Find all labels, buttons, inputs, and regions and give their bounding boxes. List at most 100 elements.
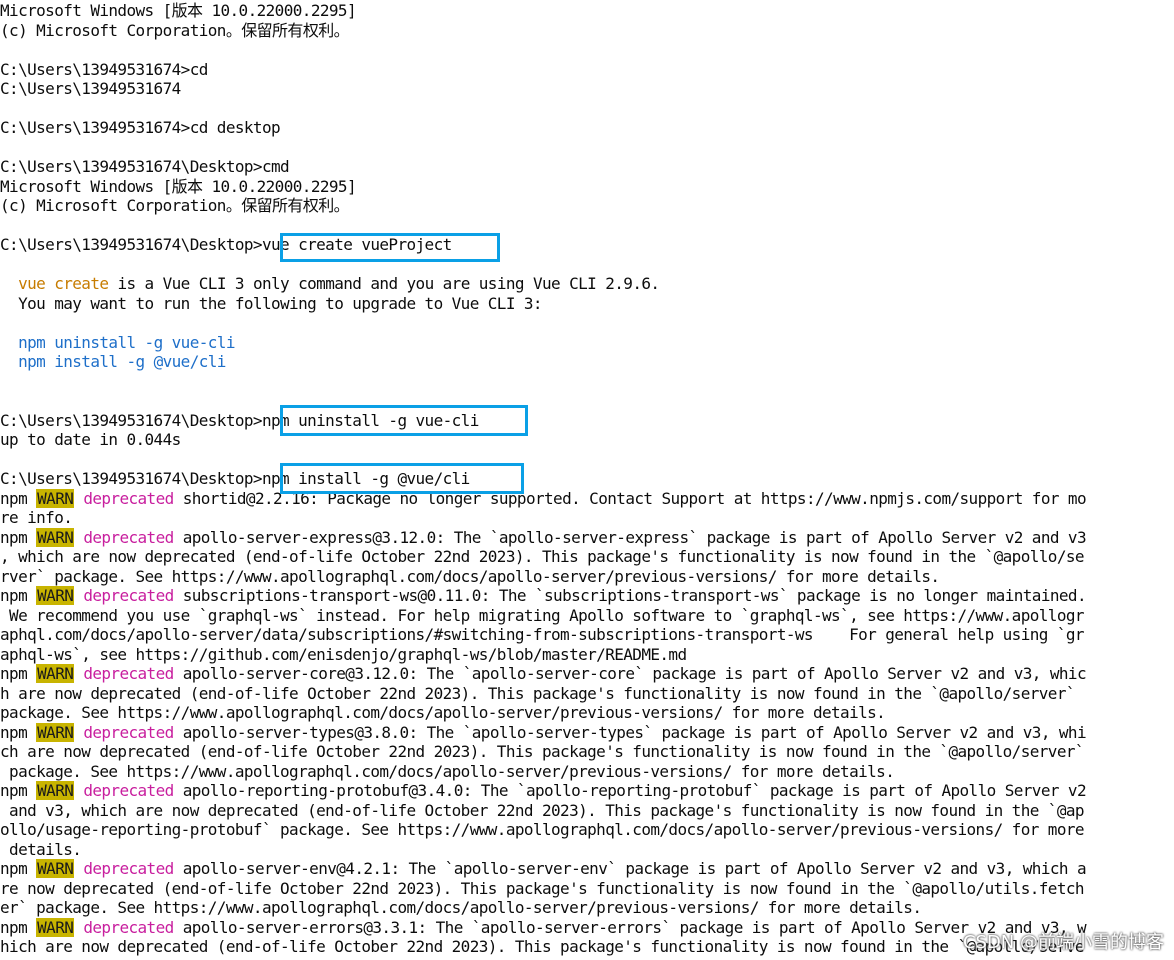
terminal-line: We recommend you use `graphql-ws` instea… [0, 605, 1085, 626]
terminal-output[interactable]: Microsoft Windows [版本 10.0.22000.2295] (c… [0, 0, 1174, 960]
line-text [74, 586, 83, 605]
highlight-box-npm-uninstall [280, 405, 528, 436]
line-text: ollo/usage-reporting-protobuf` package. … [0, 820, 1085, 839]
terminal-line: npm WARN deprecated apollo-server-errors… [0, 917, 1087, 938]
terminal-line: (c) Microsoft Corporation。保留所有权利。 [0, 196, 350, 216]
warn-badge: WARN [36, 859, 75, 878]
line-text: Microsoft Windows [版本 10.0.22000.2295] [0, 176, 357, 196]
terminal-line: npm WARN deprecated apollo-server-core@3… [0, 664, 1087, 684]
terminal-line: C:\Users\13949531674\Desktop>cmd [0, 157, 290, 177]
line-text: apollo-reporting-protobuf@3.4.0: The `ap… [173, 781, 1087, 800]
terminal-line: aphql-ws`, see https://github.com/enisde… [0, 645, 687, 665]
terminal-line: C:\Users\13949531674>cd desktop [0, 118, 281, 138]
line-text [74, 723, 83, 742]
terminal-line: rver` package. See https://www.apollogra… [0, 566, 940, 587]
terminal-line: npm WARN deprecated apollo-server-types@… [0, 722, 1087, 743]
terminal-line: C:\Users\13949531674>cd [0, 60, 208, 80]
terminal-line: ch are now deprecated (end-of-life Octob… [0, 742, 1085, 762]
line-text: package. See https://www.apollographql.c… [0, 703, 886, 722]
line-text [74, 781, 83, 800]
line-text: npm [0, 722, 37, 742]
line-text: npm [0, 527, 37, 547]
line-text: npm [0, 664, 37, 683]
terminal-line: npm install -g @vue/cli [0, 352, 226, 372]
line-text [74, 528, 83, 547]
terminal-line: h are now deprecated (end-of-life Octobe… [0, 683, 1076, 704]
line-text [74, 489, 83, 508]
line-text: We recommend you use `graphql-ws` instea… [0, 605, 1085, 625]
deprecated-label: deprecated [83, 781, 174, 800]
line-text: npm [0, 586, 37, 605]
line-text: C:\Users\13949531674 [0, 79, 181, 98]
line-text: Microsoft Windows [版本 10.0.22000.2295] [0, 1, 357, 20]
deprecated-label: deprecated [83, 664, 174, 683]
line-text: ch are now deprecated (end-of-life Octob… [0, 742, 1085, 761]
terminal-line: , which are now deprecated (end-of-life … [0, 547, 1085, 567]
terminal-line: and v3, which are now deprecated (end-of… [0, 800, 1085, 821]
line-text: er` package. See https://www.apollograph… [0, 898, 922, 917]
line-text: and v3, which are now deprecated (end-of… [0, 800, 1085, 820]
line-text: C:\Users\13949531674>cd desktop [0, 118, 281, 137]
warn-badge: WARN [36, 586, 75, 605]
line-text: subscriptions-transport-ws@0.11.0: The `… [173, 586, 1087, 605]
terminal-line: package. See https://www.apollographql.c… [0, 703, 886, 723]
deprecated-label: deprecated [83, 859, 174, 878]
terminal-line: npm WARN deprecated subscriptions-transp… [0, 586, 1087, 606]
line-text: npm [0, 488, 37, 508]
warn-badge: WARN [36, 527, 75, 547]
line-text [74, 859, 83, 878]
terminal-line: npm WARN deprecated shortid@2.2.16: Pack… [0, 488, 1087, 509]
line-text: (c) Microsoft Corporation。保留所有权利。 [0, 20, 350, 40]
line-text [0, 274, 18, 293]
line-text: , which are now deprecated (end-of-life … [0, 547, 1085, 566]
deprecated-label: deprecated [83, 488, 174, 508]
warn-badge: WARN [36, 917, 75, 937]
terminal-line: npm WARN deprecated apollo-reporting-pro… [0, 781, 1087, 801]
warn-badge: WARN [36, 664, 75, 683]
terminal-line: re info. [0, 508, 73, 528]
line-text: You may want to run the following to upg… [0, 293, 543, 313]
terminal-line: You may want to run the following to upg… [0, 293, 543, 314]
line-text: aphql-ws`, see https://github.com/enisde… [0, 644, 687, 664]
line-text: aphql.com/docs/apollo-server/data/subscr… [0, 625, 1085, 644]
terminal-line: C:\Users\13949531674 [0, 79, 181, 99]
line-text: hich are now deprecated (end-of-life Oct… [0, 937, 1085, 956]
line-text: apollo-server-errors@3.3.1: The `apollo-… [173, 917, 1087, 937]
terminal-line: npm WARN deprecated apollo-server-expres… [0, 527, 1087, 548]
warn-badge: WARN [36, 488, 75, 508]
terminal-line: npm uninstall -g vue-cli [0, 333, 235, 353]
line-text [0, 352, 18, 371]
line-text [0, 333, 18, 352]
deprecated-label: deprecated [83, 586, 174, 605]
line-text: is a Vue CLI 3 only command and you are … [108, 274, 660, 293]
terminal-line: ollo/usage-reporting-protobuf` package. … [0, 820, 1085, 840]
line-text: npm [0, 781, 37, 800]
warn-badge: WARN [36, 722, 75, 742]
csdn-watermark: CSDN @前端小雪的博客 [962, 932, 1164, 953]
line-text [74, 664, 83, 683]
line-text: apollo-server-express@3.12.0: The `apoll… [173, 527, 1087, 547]
line-text: package. See https://www.apollographql.c… [0, 761, 895, 781]
terminal-line: package. See https://www.apollographql.c… [0, 761, 895, 782]
line-text: npm uninstall -g vue-cli [18, 332, 235, 352]
line-text: up to date in 0.044s [0, 430, 181, 449]
line-text: re info. [0, 508, 73, 527]
line-text [74, 918, 83, 937]
line-text: h are now deprecated (end-of-life Octobe… [0, 683, 1076, 703]
terminal-line: hich are now deprecated (end-of-life Oct… [0, 937, 1085, 957]
terminal-line: vue create is a Vue CLI 3 only command a… [0, 274, 660, 294]
deprecated-label: deprecated [83, 917, 174, 937]
line-text: rver` package. See https://www.apollogra… [0, 566, 940, 586]
line-text: re now deprecated (end-of-life October 2… [0, 878, 1085, 898]
terminal-line: details. [0, 839, 82, 860]
line-text: (c) Microsoft Corporation。保留所有权利。 [0, 196, 350, 215]
line-text: details. [0, 839, 82, 859]
line-text: npm [0, 859, 37, 878]
terminal-line: Microsoft Windows [版本 10.0.22000.2295] [0, 176, 357, 197]
deprecated-label: deprecated [83, 527, 174, 547]
line-text: npm [0, 917, 37, 937]
deprecated-label: deprecated [83, 722, 174, 742]
terminal-line: npm WARN deprecated apollo-server-env@4.… [0, 859, 1087, 879]
line-text: apollo-server-types@3.8.0: The `apollo-s… [173, 722, 1087, 742]
line-text: vue create [18, 274, 109, 293]
